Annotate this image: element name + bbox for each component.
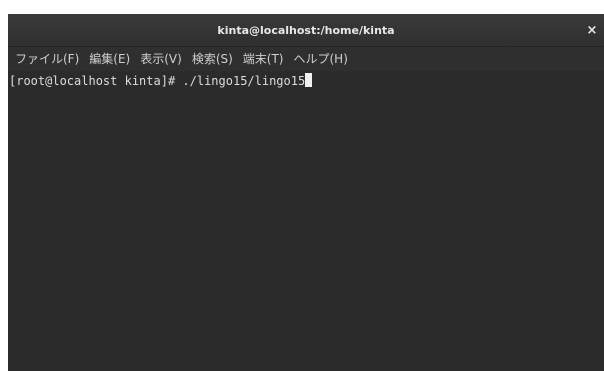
cursor-block	[305, 73, 313, 87]
menu-view[interactable]: 表示(V)	[135, 47, 187, 71]
menu-edit[interactable]: 編集(E)	[84, 47, 135, 71]
window-title: kinta@localhost:/home/kinta	[217, 24, 395, 37]
title-bar[interactable]: kinta@localhost:/home/kinta ×	[8, 14, 604, 47]
terminal-output[interactable]: [root@localhost kinta]# ./lingo15/lingo1…	[8, 71, 604, 371]
terminal-line: [root@localhost kinta]# ./lingo15/lingo1…	[9, 73, 604, 89]
menu-file[interactable]: ファイル(F)	[10, 47, 84, 71]
menu-terminal[interactable]: 端末(T)	[238, 47, 289, 71]
close-icon[interactable]: ×	[582, 14, 602, 47]
menu-bar: ファイル(F) 編集(E) 表示(V) 検索(S) 端末(T) ヘルプ(H)	[8, 47, 604, 71]
shell-command: ./lingo15/lingo15	[182, 74, 306, 88]
terminal-window: kinta@localhost:/home/kinta × ファイル(F) 編集…	[8, 14, 604, 371]
shell-prompt: [root@localhost kinta]#	[9, 74, 183, 88]
menu-search[interactable]: 検索(S)	[187, 47, 238, 71]
menu-help[interactable]: ヘルプ(H)	[289, 47, 353, 71]
